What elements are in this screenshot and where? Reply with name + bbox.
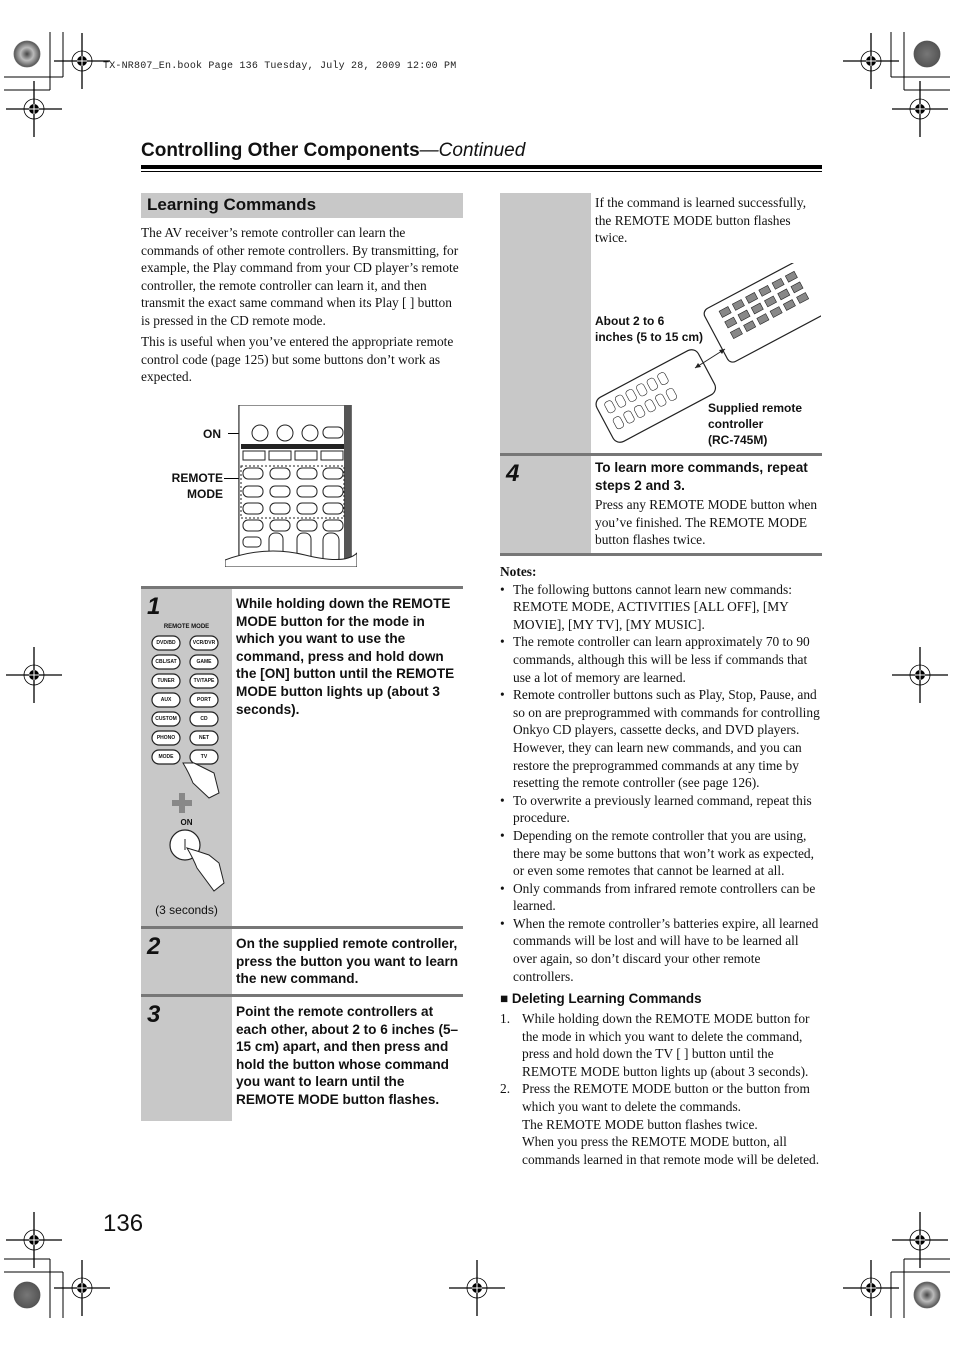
distance-label-line2: inches (5 to 15 cm) [595,330,704,344]
remote-mode-button: GAME [196,659,212,665]
supplied-label-line2: controller [708,417,764,431]
step-number: 1 [147,593,161,620]
remote-mode-button: PHONO [156,735,176,741]
remote-mode-button: CBL/SAT [155,659,177,665]
page-title-continued: —Continued [419,140,526,161]
deleting-title: Deleting Learning Commands [511,991,702,1006]
step-text: Point the remote controllers at each oth… [236,1004,459,1107]
deleting-step: 1. While holding down the REMOTE MODE bu… [500,1010,822,1080]
step-row-4: 4 To learn more commands, repeat steps 2… [500,453,822,556]
deleting-step-number: 2. [500,1081,511,1097]
step1-figure-title: REMOTE MODE [163,624,210,630]
deleting-step-note: When you press the REMOTE MODE button, a… [522,1134,820,1167]
remote-mode-button: CUSTOM [155,716,177,722]
step1-button-labels: DVD/BD VCR/DVR CBL/SAT GAME TUNER TV/TAPE AUX P… [149,633,229,773]
notes: Notes: The following buttons cannot lear… [500,563,822,985]
remote-mode-button: CD [200,716,208,722]
step-row-2: 2 On the supplied remote controller, pre… [141,926,463,997]
section-heading: Learning Commands [141,193,463,218]
step-number: 3 [147,1001,161,1028]
note-item: Remote controller buttons such as Play, … [500,686,822,792]
note-item: Only commands from infrared remote contr… [500,880,822,915]
intro-paragraph-1: The AV receiver’s remote controller can … [141,225,459,328]
deleting-step-text: While holding down the REMOTE MODE butto… [522,1011,810,1079]
deleting-step-number: 1. [500,1011,511,1026]
note-item: The following buttons cannot learn new c… [500,581,822,634]
remote-label-on: ON [203,427,221,441]
header-rule-thick [141,165,822,169]
header-rule-thin [141,171,822,172]
distance-label-line1: About 2 to 6 [595,314,665,328]
intro-paragraph-2: This is useful when you’ve entered the a… [141,334,454,385]
page-title-main: Controlling Other Components [141,140,420,161]
supplied-remote-label: Supplied remote controller (RC-745M) [708,400,802,448]
remote-label-remote-mode: REMOTE MODE [167,470,223,502]
step-row-3: 3 Point the remote controllers at each o… [141,994,463,1121]
supplied-label-line1: Supplied remote [708,401,803,415]
distance-label: About 2 to 6 inches (5 to 15 cm) [595,313,703,345]
note-item: Depending on the remote controller that … [500,827,822,880]
page-title: Controlling Other Components—Continued [141,140,525,162]
deleting-step-result: The REMOTE MODE button flashes twice. [522,1116,758,1132]
remote-figure: ON REMOTE MODE [160,400,360,570]
deleting-steps: 1. While holding down the REMOTE MODE bu… [500,1010,822,1168]
remote-mode-button: TV [200,754,208,760]
remote-mode-button: AUX [160,697,172,703]
remote-mode-button: PORT [197,697,211,703]
remote-mode-button: MODE [158,754,174,760]
remote-mode-button: VCR/DVR [192,640,216,646]
supplied-label-line3: (RC-745M) [708,433,768,447]
remote-mode-button: TV/TAPE [193,678,215,684]
deleting-step-text: Press the REMOTE MODE button or the butt… [522,1081,810,1114]
step-number-cell [500,193,591,453]
note-item: When the remote controller’s batteries e… [500,915,822,985]
deleting-step: 2. Press the REMOTE MODE button or the b… [500,1080,822,1168]
step-text: Press any REMOTE MODE button when you’ve… [595,497,818,548]
step-result-text: If the command is learned successfully, … [595,195,807,246]
step-row-1: 1 REMOTE MODE DVD/BD VCR/DVR CBL/SAT GAME TU… [141,586,463,929]
note-item: The remote controller can learn approxim… [500,633,822,686]
page-number: 136 [103,1210,144,1237]
note-item: To overwrite a previously learned comman… [500,792,822,827]
remote-label-line2: MODE [187,487,223,501]
step-number-cell: 4 [500,456,591,553]
step-heading: To learn more commands, repeat steps 2 a… [595,460,808,493]
step1-figure-duration: (3 seconds) [155,903,218,917]
deleting-heading: ■ Deleting Learning Commands [500,991,702,1006]
remote-label-line1: REMOTE [171,471,223,485]
step1-figure-on-label: ON [180,818,193,827]
step-number: 2 [147,933,161,960]
step-row-3-continued: If the command is learned successfully, … [500,193,822,453]
notes-title: Notes: [500,564,537,579]
remote-mode-button: DVD/BD [156,640,176,646]
notes-list: The following buttons cannot learn new c… [500,581,822,986]
step-number-cell: 2 [141,929,232,997]
step-text: While holding down the REMOTE MODE butto… [236,596,455,717]
remote-drawing [225,405,357,567]
remote-mode-button: TUNER [157,678,175,684]
section-heading-text: Learning Commands [147,195,317,214]
step-text: On the supplied remote controller, press… [236,936,459,987]
remote-mode-button: NET [199,735,209,741]
step-number: 4 [506,460,520,487]
book-info-line: TX-NR807_En.book Page 136 Tuesday, July … [103,61,457,72]
square-bullet-icon: ■ [500,991,509,1006]
step-number-cell: 1 REMOTE MODE DVD/BD VCR/DVR CBL/SAT GAME TU… [141,589,232,929]
step-number-cell: 3 [141,997,232,1121]
